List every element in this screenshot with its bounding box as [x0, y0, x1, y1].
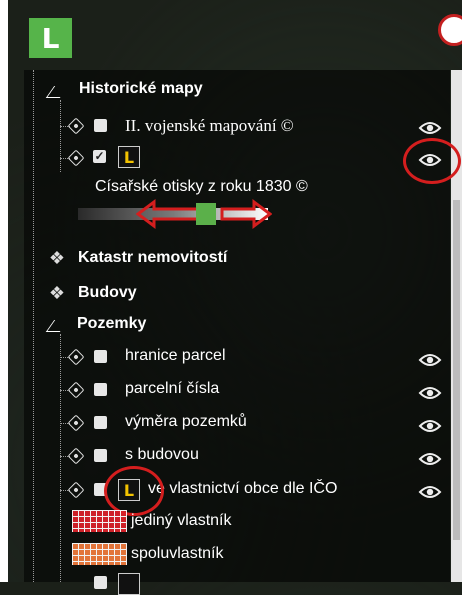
layer-checkbox[interactable] [94, 416, 107, 429]
layer-label[interactable]: výměra pozemků [125, 413, 247, 431]
group-parcels-label[interactable]: Pozemky [77, 315, 146, 333]
group-historic-label[interactable]: Historické mapy [79, 80, 203, 98]
layer-label[interactable]: ve vlastnictví obce dle IČO [148, 480, 337, 498]
layer-checkbox[interactable] [94, 350, 107, 363]
layer-label[interactable]: II. vojenské mapování © [125, 116, 294, 136]
layer-l-icon: layer-l-icon [118, 573, 140, 595]
gear-expand-icon[interactable]: ❖ [46, 283, 68, 303]
group-cadastre-label[interactable]: Katastr nemovitostí [78, 249, 227, 267]
legend-swatch [72, 543, 127, 565]
eye-icon[interactable] [418, 118, 442, 138]
legend-swatch [72, 510, 127, 532]
group-buildings-label[interactable]: Budovy [78, 284, 137, 302]
opacity-slider-thumb[interactable] [196, 203, 216, 225]
arrow-right-icon [220, 199, 272, 229]
corner-annotation-icon [438, 14, 462, 46]
layer-checkbox[interactable] [94, 119, 107, 132]
legend-label: spoluvlastník [131, 545, 224, 562]
logo-letter: L [41, 21, 60, 55]
layer-checkbox[interactable] [94, 383, 107, 396]
legend-label: jediný vlastník [131, 512, 232, 529]
layer-label[interactable]: s budovou [125, 446, 199, 464]
eye-annotation-circle [403, 138, 461, 184]
eye-icon[interactable] [418, 416, 442, 436]
arrow-left-icon [136, 199, 200, 229]
eye-icon[interactable] [418, 482, 442, 502]
layer-icon-annotation-circle [104, 466, 164, 516]
left-border [0, 0, 8, 582]
layer-checkbox-checked[interactable]: ✓ [93, 150, 106, 163]
tree-line [60, 100, 61, 172]
layer-title: Císařské otisky z roku 1830 © [95, 178, 308, 195]
layer-checkbox[interactable] [94, 576, 107, 589]
tree-line [60, 334, 61, 582]
scroll-thumb[interactable] [453, 200, 460, 540]
eye-icon[interactable] [418, 449, 442, 469]
layer-l-icon: L [118, 146, 140, 168]
gear-expand-icon[interactable]: ❖ [46, 248, 68, 268]
layer-label[interactable]: parcelní čísla [125, 380, 219, 398]
layer-checkbox[interactable] [94, 449, 107, 462]
eye-icon[interactable] [418, 350, 442, 370]
tree-line [33, 70, 34, 582]
app-logo[interactable]: L [29, 18, 72, 58]
eye-icon[interactable] [418, 383, 442, 403]
layer-label[interactable]: hranice parcel [125, 347, 226, 365]
